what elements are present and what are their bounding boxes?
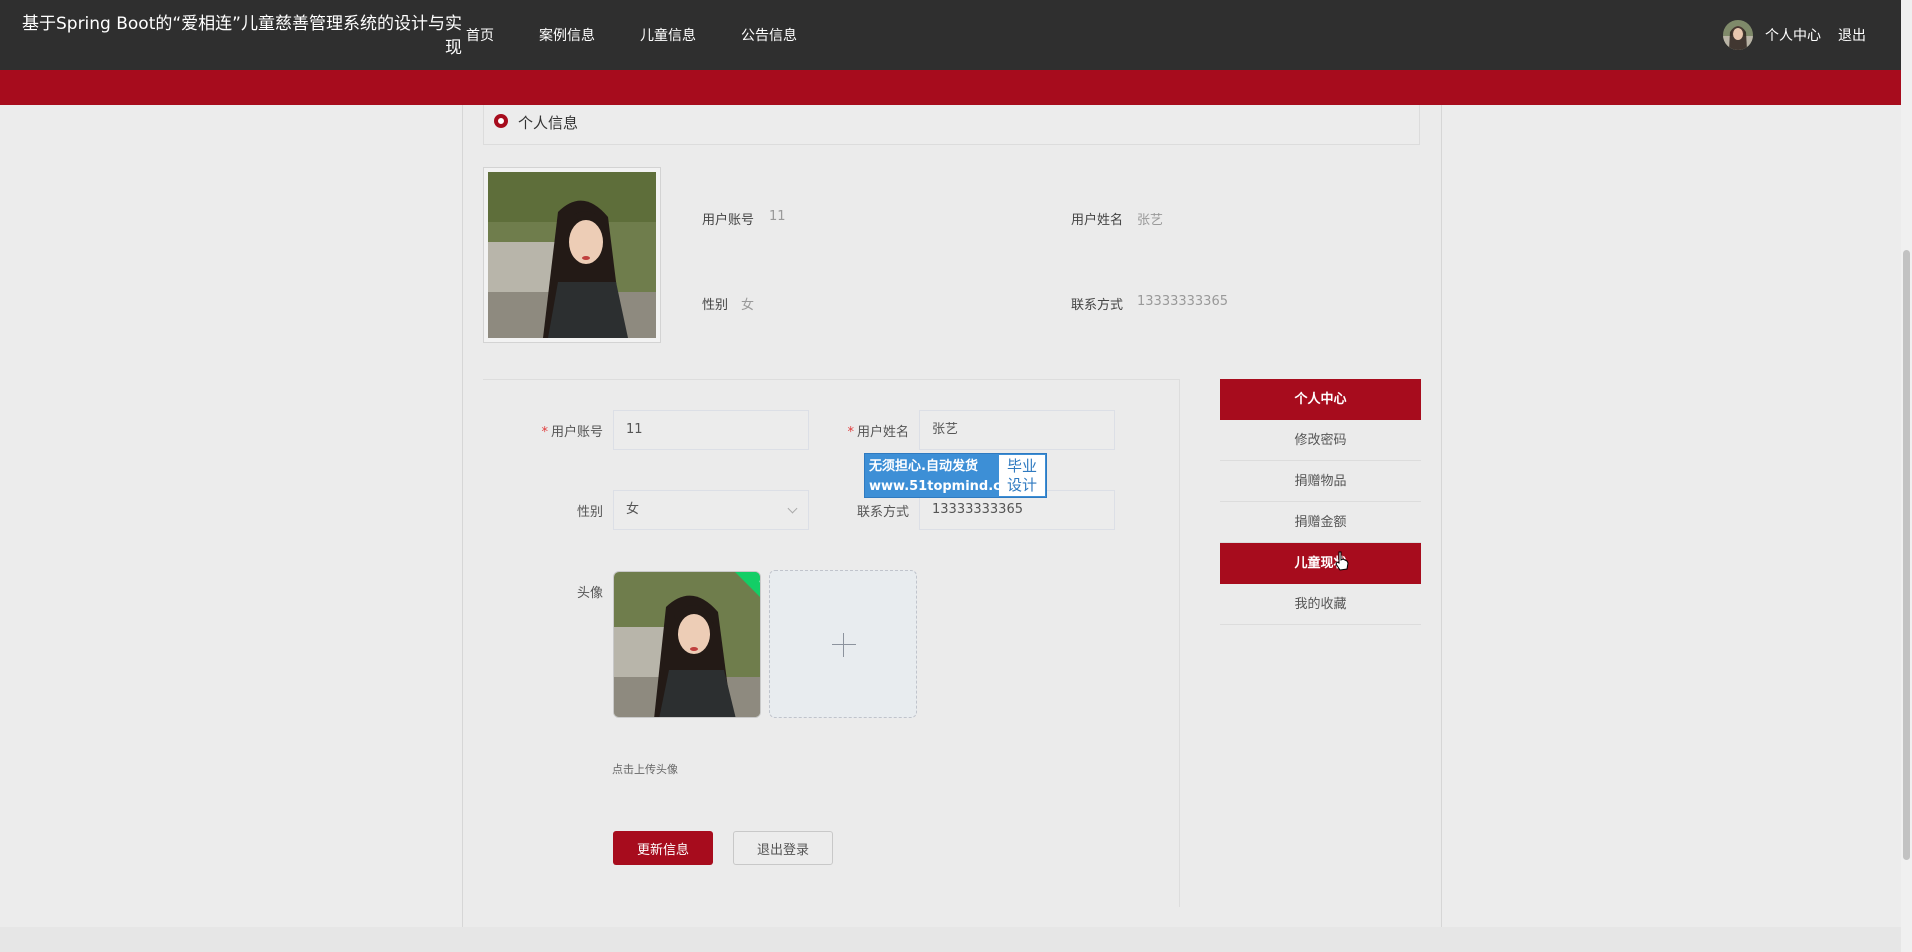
side-menu: 个人中心 修改密码 捐赠物品 捐赠金额 儿童现状 我的收藏 xyxy=(1220,379,1421,625)
watermark-tag-line1: 毕业 xyxy=(1006,457,1037,475)
nav-home[interactable]: 首页 xyxy=(466,25,494,45)
upload-avatar-button[interactable] xyxy=(769,570,917,718)
profile-photo xyxy=(483,167,661,343)
side-item-children-status[interactable]: 儿童现状 xyxy=(1220,543,1421,584)
upload-hint: 点击上传头像 xyxy=(612,763,678,776)
watermark-tag-line2: 设计 xyxy=(1006,476,1037,494)
plus-icon xyxy=(832,644,856,645)
brand-bar xyxy=(0,70,1901,105)
chevron-down-icon xyxy=(787,503,798,514)
required-mark: * xyxy=(541,425,548,440)
user-center-link[interactable]: 个人中心 xyxy=(1765,25,1821,45)
uploaded-avatar[interactable]: ✓ xyxy=(613,571,761,718)
page-bottom-strip xyxy=(0,927,1901,952)
logout-button[interactable]: 退出登录 xyxy=(733,831,833,865)
info-phone-value: 13333333365 xyxy=(1137,294,1228,309)
avatar[interactable] xyxy=(1723,20,1753,50)
name-field-label: * 用户姓名 xyxy=(819,421,909,440)
scrollbar-thumb[interactable] xyxy=(1903,250,1910,860)
account-label-text: 用户账号 xyxy=(550,425,603,440)
plus-icon-vertical xyxy=(843,633,844,657)
info-name-label: 用户姓名 xyxy=(1071,213,1124,228)
radio-dot-icon xyxy=(494,114,508,128)
scrollbar[interactable] xyxy=(1901,0,1912,952)
gender-select[interactable]: 女 xyxy=(613,490,809,530)
account-field-label: * 用户账号 xyxy=(513,421,603,440)
portrait-image xyxy=(488,172,656,338)
side-item-change-password[interactable]: 修改密码 xyxy=(1220,420,1421,461)
gender-select-value: 女 xyxy=(626,502,640,517)
side-item-donate-amount[interactable]: 捐赠金额 xyxy=(1220,502,1421,543)
section-title: 个人信息 xyxy=(518,114,579,132)
main-nav: 首页 案例信息 儿童信息 公告信息 xyxy=(466,0,842,70)
hand-cursor-icon xyxy=(1335,551,1349,571)
account-input[interactable]: 11 xyxy=(613,410,809,450)
side-item-donate-goods[interactable]: 捐赠物品 xyxy=(1220,461,1421,502)
name-label-text: 用户姓名 xyxy=(856,425,909,440)
info-account-value: 11 xyxy=(769,209,786,224)
info-gender-label: 性别 xyxy=(702,298,729,313)
info-account-label: 用户账号 xyxy=(702,213,755,228)
nav-cases[interactable]: 案例信息 xyxy=(539,25,595,45)
update-info-button[interactable]: 更新信息 xyxy=(613,831,713,865)
gender-field-label: 性别 xyxy=(576,505,603,520)
side-item-user-center[interactable]: 个人中心 xyxy=(1220,379,1421,420)
top-navbar: 基于Spring Boot的“爱相连”儿童慈善管理系统的设计与实现 首页 案例信… xyxy=(0,0,1901,70)
name-input[interactable]: 张艺 xyxy=(919,410,1115,450)
info-name-value: 张艺 xyxy=(1137,213,1164,228)
section-header: 个人信息 xyxy=(483,105,1420,145)
avatar-field-label: 头像 xyxy=(576,586,603,601)
side-item-favorites[interactable]: 我的收藏 xyxy=(1220,584,1421,625)
nav-children[interactable]: 儿童信息 xyxy=(640,25,696,45)
site-title: 基于Spring Boot的“爱相连”儿童慈善管理系统的设计与实现 xyxy=(21,14,462,58)
logout-link[interactable]: 退出 xyxy=(1838,25,1866,45)
check-icon: ✓ xyxy=(757,573,761,587)
watermark-tag: 毕业 设计 xyxy=(999,455,1045,496)
avatar-image xyxy=(614,572,760,717)
phone-field-label: 联系方式 xyxy=(856,505,909,520)
info-gender-value: 女 xyxy=(741,298,755,313)
nav-notices[interactable]: 公告信息 xyxy=(741,25,797,45)
user-area: 个人中心 退出 xyxy=(1723,0,1866,70)
required-mark: * xyxy=(847,425,854,440)
info-phone-label: 联系方式 xyxy=(1071,298,1124,313)
watermark-badge: 无须担心.自动发货 www.51topmind.com 毕业 设计 xyxy=(864,453,1047,498)
